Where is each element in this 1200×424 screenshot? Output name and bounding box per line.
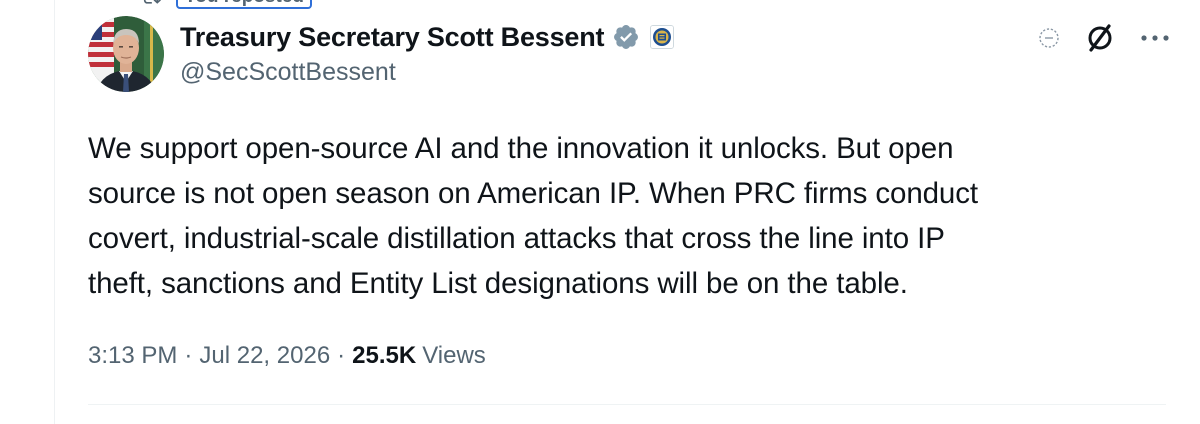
tweet-actions [1038,18,1170,58]
tweet-text: We support open-source AI and the innova… [88,132,978,300]
verified-badge-icon [614,25,639,49]
avatar[interactable] [88,16,164,92]
tweet-date[interactable]: Jul 22, 2026 [199,342,330,370]
meta-separator: · [184,342,193,369]
divider [88,404,1166,405]
tweet-card: You reposted [0,0,1200,424]
author-display-name[interactable]: Treasury Secretary Scott Bessent [180,22,605,53]
repost-banner: You reposted [140,0,312,9]
treasury-seal-icon[interactable] [650,25,675,49]
avatar-image [88,16,164,92]
thread-divider [54,0,55,424]
grok-icon[interactable] [1038,27,1060,49]
repost-icon [143,0,161,4]
tweet-time[interactable]: 3:13 PM [88,342,177,370]
author-handle[interactable]: @SecScottBessent [180,58,396,87]
more-horizontal-icon[interactable] [1140,33,1170,43]
tweet-meta: 3:13 PM · Jul 22, 2026 · 25.5K Views [88,338,486,374]
meta-separator: · [337,342,346,369]
views-count[interactable]: 25.5K [352,342,416,370]
slashed-circle-icon[interactable] [1082,20,1118,56]
repost-label[interactable]: You reposted [176,0,312,9]
views-label: Views [422,342,486,369]
author-name-row: Treasury Secretary Scott Bessent [180,20,675,54]
